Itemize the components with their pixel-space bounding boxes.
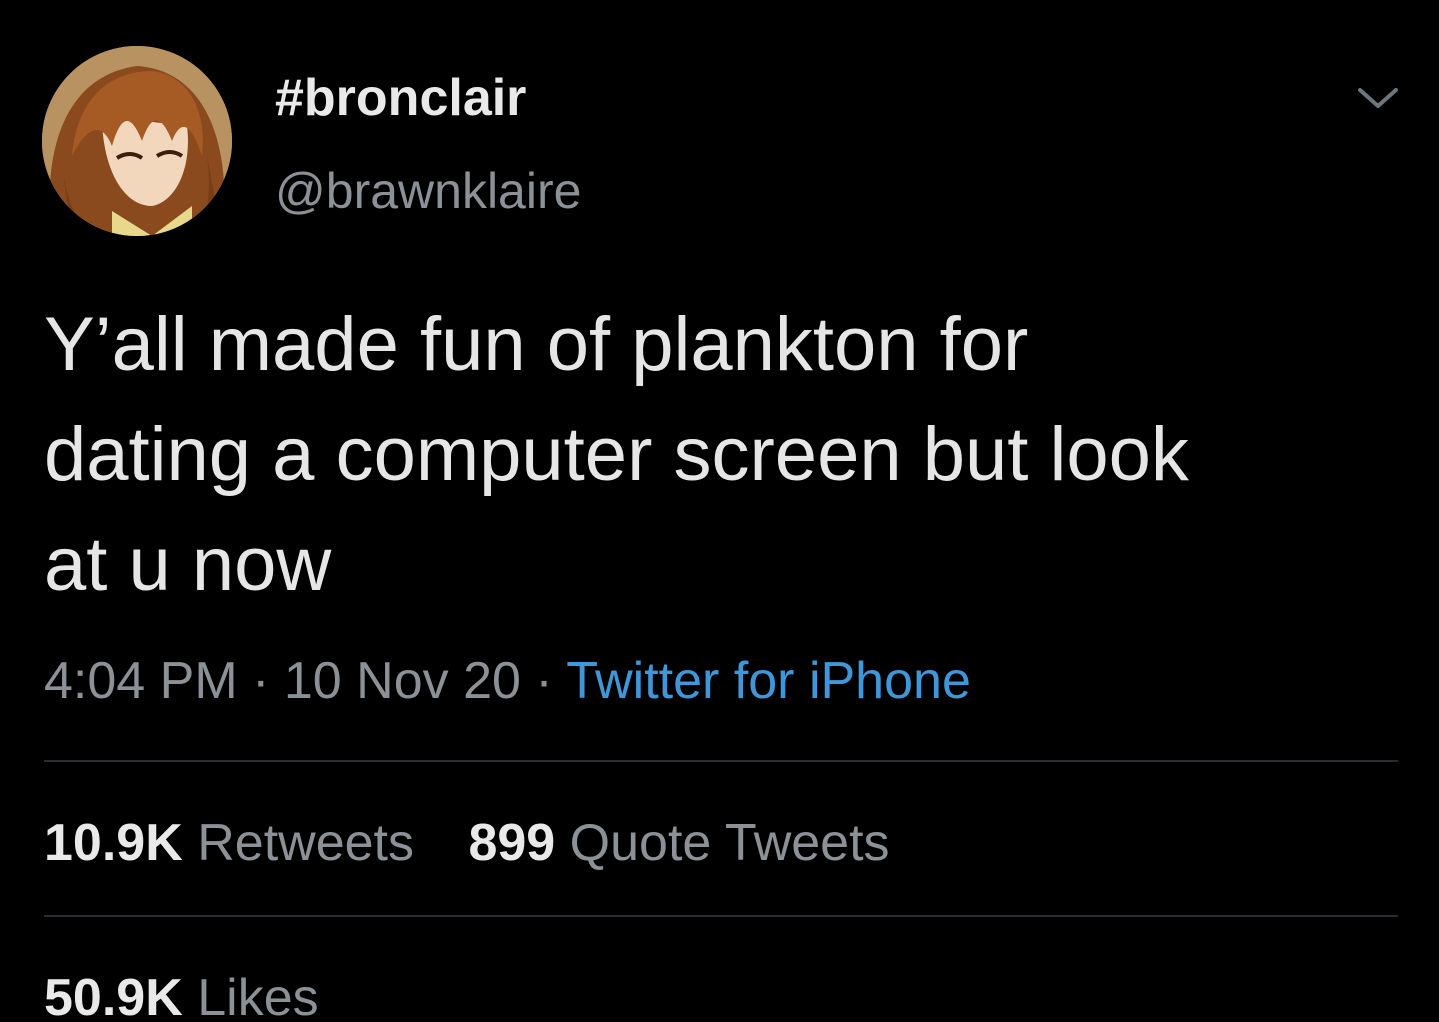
author-handle[interactable]: @brawnklaire — [275, 160, 581, 222]
tweet-detail: #bronclair @brawnklaire Y’all made fun o… — [0, 0, 1439, 1022]
tweet-date[interactable]: 10 Nov 20 — [284, 652, 521, 710]
likes-stats: 50.9K Likes — [44, 965, 319, 1022]
tweet-source-link[interactable]: Twitter for iPhone — [566, 652, 971, 710]
retweets-count: 10.9K — [44, 814, 183, 872]
avatar[interactable] — [42, 46, 232, 236]
likes-stat[interactable]: 50.9K Likes — [44, 969, 319, 1022]
author-display-name[interactable]: #bronclair — [275, 66, 526, 130]
tweet-text-line: Y’all made fun of plankton for — [44, 302, 1029, 387]
likes-label: Likes — [197, 969, 319, 1022]
retweets-label: Retweets — [197, 814, 414, 872]
quote-tweets-label: Quote Tweets — [569, 814, 890, 872]
quote-tweets-count: 899 — [468, 814, 556, 872]
anime-character-avatar-icon — [42, 46, 232, 236]
divider — [44, 760, 1398, 762]
tweet-text-line: dating a computer screen but look — [44, 412, 1189, 497]
divider — [44, 915, 1398, 917]
tweet-time[interactable]: 4:04 PM — [44, 652, 238, 710]
meta-separator: · — [252, 652, 270, 710]
chevron-down-icon[interactable] — [1350, 78, 1406, 118]
engagement-stats: 10.9K Retweets 899 Quote Tweets — [44, 810, 890, 876]
tweet-meta: 4:04 PM · 10 Nov 20 · Twitter for iPhone — [44, 648, 971, 714]
meta-separator: · — [535, 652, 553, 710]
retweets-stat[interactable]: 10.9K Retweets — [44, 814, 428, 872]
quote-tweets-stat[interactable]: 899 Quote Tweets — [468, 814, 889, 872]
likes-count: 50.9K — [44, 969, 183, 1022]
tweet-text-line: at u now — [44, 522, 332, 607]
tweet-text: Y’all made fun of plankton for dating a … — [44, 290, 1414, 620]
